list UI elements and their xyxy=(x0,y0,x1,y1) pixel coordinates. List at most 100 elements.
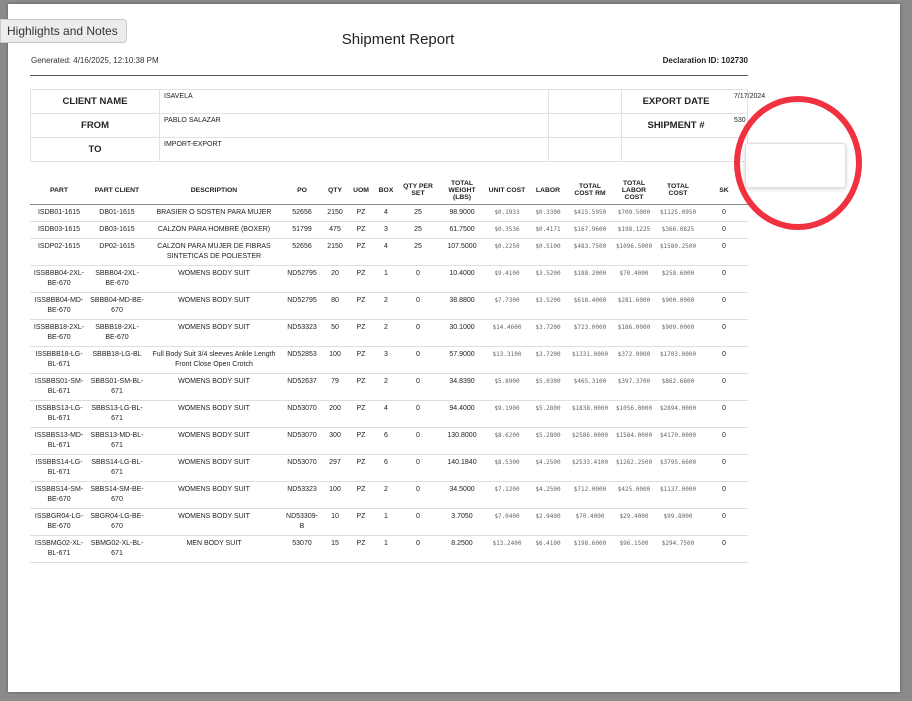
table-cell: 57.9000 xyxy=(438,346,486,374)
table-cell: PZ xyxy=(348,238,374,266)
table-cell: 0 xyxy=(398,454,438,482)
table-cell: 3 xyxy=(374,221,398,239)
table-cell: 0 xyxy=(398,373,438,401)
table-cell: $9.4100 xyxy=(486,265,528,293)
table-row: ISDB03-1615 DB03-1615 CALZON PARA HOMBRE (… xyxy=(30,221,748,239)
table-cell: SBBB04-MD-BE-670 xyxy=(88,292,146,320)
table-cell: 100 xyxy=(322,481,348,509)
table-cell: $3.5200 xyxy=(528,265,568,293)
export-date-label: EXPORT DATE xyxy=(621,89,730,114)
table-cell: ISSBBS01-SM-BL-671 xyxy=(30,373,88,401)
table-cell: 1 xyxy=(374,508,398,536)
table-cell: SBBS13-LG-BL-671 xyxy=(88,400,146,428)
table-cell: 20 xyxy=(322,265,348,293)
table-row: ISSBGR04-LG-BE-670 SBGR04-LG-BE-670 WOMENS… xyxy=(30,508,748,536)
table-cell: ND53070 xyxy=(282,427,322,455)
table-cell: $1703.0000 xyxy=(656,346,700,374)
table-cell: 25 xyxy=(398,204,438,222)
table-cell: 2 xyxy=(374,319,398,347)
table-cell: DB01-1615 xyxy=(88,204,146,222)
table-cell: WOMENS BODY SUIT xyxy=(146,292,282,320)
table-cell: ISSBBS14-LG-BL-671 xyxy=(30,454,88,482)
shipment-info-table: CLIENT NAME ISAVELA EXPORT DATE 7/17/202… xyxy=(30,89,765,162)
table-cell: WOMENS BODY SUIT xyxy=(146,508,282,536)
table-cell: $4.2500 xyxy=(528,481,568,509)
table-cell: CALZON PARA HOMBRE (BOXER) xyxy=(146,221,282,239)
table-cell: ND52637 xyxy=(282,373,322,401)
table-cell: $9.1900 xyxy=(486,400,528,428)
table-cell: PZ xyxy=(348,481,374,509)
table-cell: Full Body Suit 3/4 sleeves Ankle Length … xyxy=(146,346,282,374)
table-row: ISSBBB18-LG-BL-671 SBBB18-LG-BL Full Body … xyxy=(30,346,748,374)
table-cell: $3.5200 xyxy=(528,292,568,320)
table-cell: 25 xyxy=(398,238,438,266)
table-cell: MEN BODY SUIT xyxy=(146,535,282,563)
table-cell: $99.8000 xyxy=(656,508,700,536)
table-cell: 100 xyxy=(322,346,348,374)
table-cell: 2 xyxy=(374,373,398,401)
table-cell: 38.8800 xyxy=(438,292,486,320)
table-cell: 80 xyxy=(322,292,348,320)
table-cell: WOMENS BODY SUIT xyxy=(146,427,282,455)
table-cell: $712.0000 xyxy=(568,481,612,509)
table-cell: SBBB18-2XL-BE-670 xyxy=(88,319,146,347)
table-cell: PZ xyxy=(348,221,374,239)
table-header-row: PART PART CLIENT DESCRIPTION PO QTY UOM BOX QTY… xyxy=(30,176,748,205)
from-value: PABLO SALAZAR xyxy=(159,113,549,138)
table-cell: 0 xyxy=(700,427,748,455)
annotation-circle xyxy=(734,96,862,230)
table-cell: ISDB01-1615 xyxy=(30,204,88,222)
table-cell: 0 xyxy=(700,238,748,266)
table-cell: 0 xyxy=(700,319,748,347)
generated-timestamp: Generated: 4/16/2025, 12:10:38 PM xyxy=(31,56,159,65)
table-cell: $2586.0000 xyxy=(568,427,612,455)
table-cell: 0 xyxy=(398,292,438,320)
table-cell: $13.2400 xyxy=(486,535,528,563)
table-cell: $909.0000 xyxy=(656,319,700,347)
table-cell: DP02-1615 xyxy=(88,238,146,266)
table-cell: 50 xyxy=(322,319,348,347)
table-cell: 0 xyxy=(398,346,438,374)
table-cell: 2150 xyxy=(322,238,348,266)
table-cell: ISSBBB04-2XL-BE-670 xyxy=(30,265,88,293)
table-cell: $70.4000 xyxy=(612,265,656,293)
export-date-value: 7/17/2024 xyxy=(730,89,765,114)
table-cell: 0 xyxy=(700,508,748,536)
shipment-number-label: SHIPMENT # xyxy=(621,113,730,138)
table-cell: 2150 xyxy=(322,204,348,222)
table-row: ISSBBS14-LG-BL-671 SBBS14-LG-BL-671 WOMENS… xyxy=(30,454,748,482)
table-cell: 0 xyxy=(700,204,748,222)
column-header: TOTAL COST RM xyxy=(568,176,612,205)
table-cell: $7.7300 xyxy=(486,292,528,320)
table-cell: 300 xyxy=(322,427,348,455)
table-cell: ND52795 xyxy=(282,292,322,320)
table-cell: 297 xyxy=(322,454,348,482)
column-header: PO xyxy=(282,176,322,205)
table-cell: 475 xyxy=(322,221,348,239)
table-cell: $5.2800 xyxy=(528,400,568,428)
table-cell: SBBS14-LG-BL-671 xyxy=(88,454,146,482)
table-cell: $1584.0000 xyxy=(612,427,656,455)
column-header: LABOR xyxy=(528,176,568,205)
table-cell: ISSBBB18-LG-BL-671 xyxy=(30,346,88,374)
table-cell: $7.1200 xyxy=(486,481,528,509)
table-cell: ND53070 xyxy=(282,454,322,482)
table-cell: PZ xyxy=(348,204,374,222)
table-cell: $900.0000 xyxy=(656,292,700,320)
table-cell: DB03-1615 xyxy=(88,221,146,239)
table-cell: WOMENS BODY SUIT xyxy=(146,454,282,482)
highlights-and-notes-tab[interactable]: Highlights and Notes xyxy=(0,19,127,43)
table-cell: PZ xyxy=(348,535,374,563)
table-cell: $29.4000 xyxy=(612,508,656,536)
table-cell: 3 xyxy=(374,346,398,374)
table-cell: $1580.2500 xyxy=(656,238,700,266)
column-header: UOM xyxy=(348,176,374,205)
table-cell: $4170.0000 xyxy=(656,427,700,455)
table-cell: 107.5000 xyxy=(438,238,486,266)
table-cell: $198.1225 xyxy=(612,221,656,239)
table-cell: 0 xyxy=(398,535,438,563)
table-cell: SBBS14-SM-BE-670 xyxy=(88,481,146,509)
table-cell: $2.9400 xyxy=(528,508,568,536)
column-header: TOTAL LABOR COST xyxy=(612,176,656,205)
table-cell: $13.3100 xyxy=(486,346,528,374)
